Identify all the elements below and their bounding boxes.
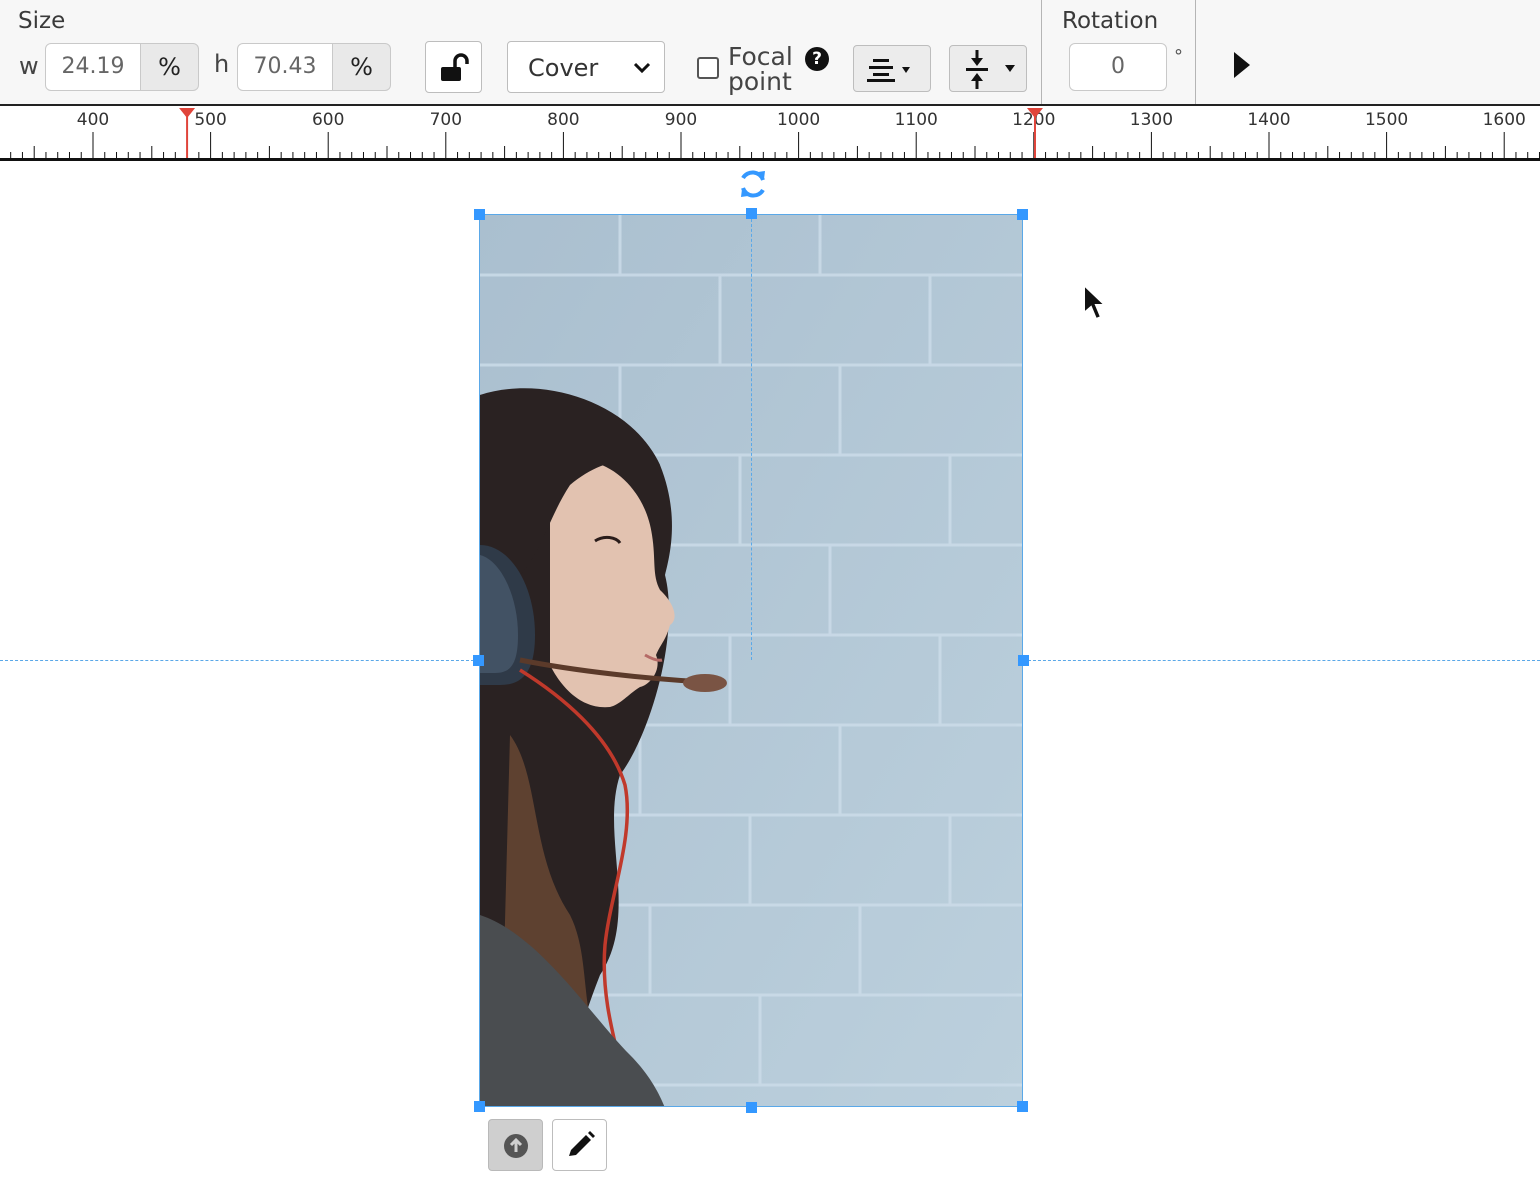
ruler-label: 1500 xyxy=(1365,110,1408,130)
toolbar-separator xyxy=(1041,0,1042,104)
center-guide-vertical xyxy=(751,214,752,660)
focal-point-label: Focal point xyxy=(728,44,793,94)
width-letter: w xyxy=(19,52,39,80)
width-unit-button[interactable]: % xyxy=(141,43,199,91)
pencil-icon xyxy=(569,1131,595,1156)
toolbar-separator xyxy=(1195,0,1196,104)
upload-image-button[interactable] xyxy=(488,1119,543,1171)
ruler-label: 400 xyxy=(77,110,109,130)
ruler-label: 1000 xyxy=(777,110,820,130)
degree-unit: ° xyxy=(1174,46,1183,67)
size-label: Size xyxy=(18,8,66,34)
focal-label-line2: point xyxy=(728,67,792,96)
resize-handle-bottom-left[interactable] xyxy=(474,1101,485,1112)
ruler-label: 500 xyxy=(194,110,226,130)
rotation-label: Rotation xyxy=(1062,8,1159,34)
rotation-input[interactable]: 0 xyxy=(1069,43,1167,91)
question-circle-icon[interactable]: ? xyxy=(805,47,829,71)
height-unit-button[interactable]: % xyxy=(333,43,391,91)
horizontal-ruler: 400 500 600 700 800 900 1000 1100 1200 1300 1400 15… xyxy=(0,106,1540,162)
ruler-label: 1300 xyxy=(1130,110,1173,130)
fit-mode-select[interactable]: Cover xyxy=(507,41,665,93)
ruler-label: 1100 xyxy=(895,110,938,130)
align-horizontal-dropdown[interactable] xyxy=(853,45,931,92)
center-guide-right xyxy=(1023,660,1540,661)
ruler-label: 600 xyxy=(312,110,344,130)
resize-handle-top-right[interactable] xyxy=(1017,209,1028,220)
ruler-scale: 400 500 600 700 800 900 1000 1100 1200 1300 1400 15… xyxy=(10,108,1540,160)
properties-toolbar: Size w 24.19 % h 70.43 % Cover Focal poi… xyxy=(0,0,1540,106)
height-letter: h xyxy=(214,50,230,78)
resize-handle-left[interactable] xyxy=(473,655,484,666)
fit-mode-value: Cover xyxy=(528,54,599,82)
vertical-distribute-icon xyxy=(966,50,1015,89)
ruler-baseline xyxy=(0,158,1540,161)
ruler-label: 1400 xyxy=(1247,110,1290,130)
center-guide-left xyxy=(0,660,479,661)
width-input[interactable]: 24.19 xyxy=(45,43,141,91)
focal-point-checkbox[interactable] xyxy=(697,57,719,79)
ruler-label: 700 xyxy=(430,110,462,130)
resize-handle-right[interactable] xyxy=(1018,655,1029,666)
chevron-down-icon xyxy=(633,62,651,74)
align-vertical-dropdown[interactable] xyxy=(949,45,1027,92)
resize-handle-bottom[interactable] xyxy=(746,1102,757,1113)
rotate-icon[interactable] xyxy=(737,168,769,200)
mouse-pointer-icon xyxy=(1083,283,1108,321)
resize-handle-bottom-right[interactable] xyxy=(1017,1101,1028,1112)
unlock-icon xyxy=(441,53,469,81)
resize-handle-top-left[interactable] xyxy=(474,209,485,220)
focal-label-line1: Focal xyxy=(728,42,793,71)
ruler-label: 800 xyxy=(547,110,579,130)
resize-handle-top[interactable] xyxy=(746,208,757,219)
ruler-label: 1600 xyxy=(1483,110,1526,130)
upload-circle-icon xyxy=(504,1134,528,1158)
edit-image-button[interactable] xyxy=(552,1119,607,1171)
aspect-lock-button[interactable] xyxy=(425,41,482,93)
ruler-label: 900 xyxy=(665,110,697,130)
height-input[interactable]: 70.43 xyxy=(237,43,333,91)
align-center-icon xyxy=(867,59,910,82)
play-icon[interactable] xyxy=(1232,50,1252,80)
